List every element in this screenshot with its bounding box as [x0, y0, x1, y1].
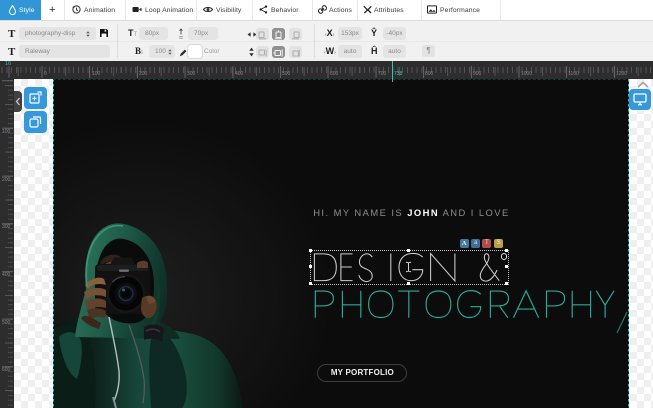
svg-text:HI. MY NAME IS JOHN AND I LOVE: HI. MY NAME IS JOHN AND I LOVE — [313, 207, 510, 218]
